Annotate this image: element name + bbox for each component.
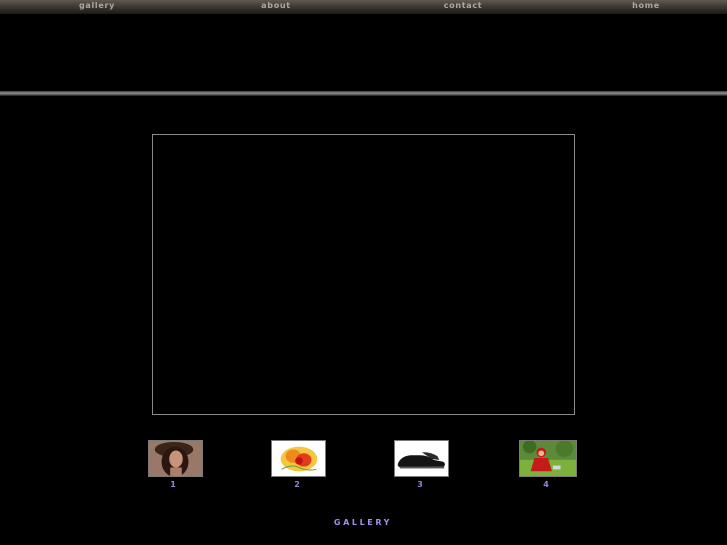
thumbnail-4-label[interactable]: 4 [543,480,549,489]
painted-flower-photo [272,441,325,476]
thumbnail-4[interactable] [519,440,577,477]
thumbnail-2[interactable] [271,440,326,477]
page: gallery about contact home 1 2 3 4 GALLE… [0,0,727,545]
woman-with-hat-photo [149,441,202,476]
header-divider [0,91,727,96]
thumbnail-1-label[interactable]: 1 [170,480,176,489]
thumbnail-1[interactable] [148,440,203,477]
nav-about-link[interactable]: about [261,0,291,12]
nav-home-link[interactable]: home [632,0,660,12]
thumbnail-2-label[interactable]: 2 [294,480,300,489]
nav-contact-link[interactable]: contact [444,0,483,12]
girl-in-red-dress-photo [520,441,576,476]
main-image-viewer [152,134,575,415]
thumbnail-3[interactable] [394,440,449,477]
gallery-title: GALLERY [333,518,393,527]
black-shoe-photo [395,441,448,476]
top-nav-bar: gallery about contact home [0,0,727,14]
nav-gallery-link[interactable]: gallery [79,0,115,12]
thumbnail-3-label[interactable]: 3 [417,480,423,489]
